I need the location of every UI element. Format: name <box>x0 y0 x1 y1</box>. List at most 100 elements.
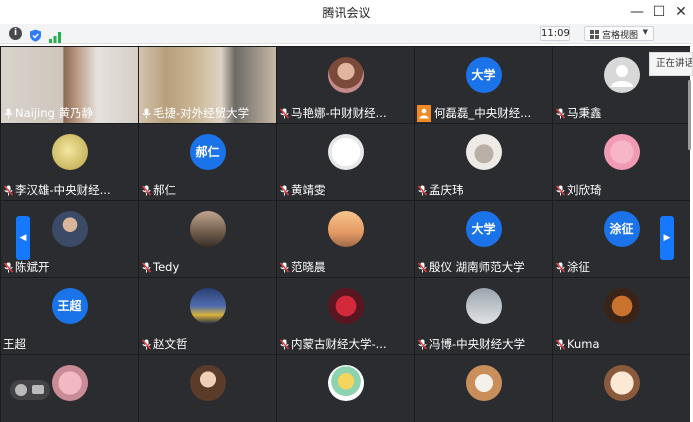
avatar: 涂征 <box>603 211 640 247</box>
close-button[interactable]: ✕ <box>670 2 692 22</box>
participant-name: 何磊磊_中央财经... <box>434 106 532 120</box>
participant-tile[interactable]: 马艳娜-中财财经... <box>277 47 414 123</box>
maximize-button[interactable]: ☐ <box>648 2 670 22</box>
participant-name: 陈斌开 <box>15 260 50 274</box>
red-figure-icon <box>327 288 364 324</box>
participant-name: 李汉雄-中央财经... <box>15 183 111 197</box>
emoji-icon[interactable] <box>15 384 27 396</box>
pink-cartoon-icon <box>603 134 640 170</box>
participant-tile[interactable]: 郝仁 郝仁 <box>139 124 276 200</box>
mic-muted-icon <box>417 182 428 199</box>
pink-photo-icon <box>51 365 88 401</box>
participant-name-tag: 王超 <box>3 336 29 353</box>
participant-name-tag: 马秉鑫 <box>555 105 605 122</box>
participant-name-tag: 刘欣琦 <box>555 182 605 199</box>
participant-name: 冯博-中央财经大学 <box>429 337 526 351</box>
participant-name: 赵文哲 <box>153 337 188 351</box>
participant-tile[interactable]: 黄靖雯 <box>277 124 414 200</box>
participant-name: 马艳娜-中财财经... <box>291 106 387 120</box>
participant-name: 范晓晨 <box>291 260 326 274</box>
participant-name: 涂征 <box>567 260 590 274</box>
anime-girl-icon <box>603 365 640 401</box>
participant-tile[interactable]: 大学 何磊磊_中央财经... <box>415 47 552 123</box>
reaction-toolbar <box>10 380 50 400</box>
previous-page-button[interactable]: ◀ <box>16 216 30 260</box>
view-mode-label: 宫格视图 <box>602 31 639 41</box>
woman-portrait-icon <box>327 57 364 93</box>
participant-tile[interactable]: Naijing 黄乃静 <box>1 47 138 123</box>
participant-tile[interactable] <box>277 355 414 422</box>
participant-tile[interactable]: 王超 王超 <box>1 278 138 354</box>
participant-name-tag: 郝仁 <box>141 182 179 199</box>
participant-tile[interactable]: 刘欣琦 <box>553 124 690 200</box>
participant-tile[interactable]: 内蒙古财经大学-... <box>277 278 414 354</box>
participant-name-tag: 范晓晨 <box>279 259 329 276</box>
mic-icon <box>3 105 14 122</box>
participant-tile[interactable]: 赵文哲 <box>139 278 276 354</box>
avatar: 郝仁 <box>189 134 226 170</box>
participant-name: 马秉鑫 <box>567 106 602 120</box>
grid-view-icon <box>590 30 599 39</box>
participant-tile[interactable]: 孟庆玮 <box>415 124 552 200</box>
user-badge-icon <box>417 105 431 122</box>
lake-icon <box>189 288 226 324</box>
chat-icon[interactable] <box>32 385 44 394</box>
participant-name-tag: 黄靖雯 <box>279 182 329 199</box>
meeting-info-bar: i 11:09 宫格视图 ▼ <box>0 24 693 44</box>
participant-name: Kuma <box>567 337 600 351</box>
participant-name: 毛捷-对外经贸大学 <box>153 106 250 120</box>
mic-muted-icon <box>141 259 152 276</box>
mic-muted-icon <box>279 105 290 122</box>
participant-tile[interactable]: Tedy <box>139 201 276 277</box>
speaking-indicator: 正在讲话： <box>649 52 693 76</box>
meeting-duration: 11:09 <box>540 26 570 41</box>
meeting-window: 腾讯会议 — ☐ ✕ i 11:09 宫格视图 ▼ Naijing 黄乃静 毛捷-… <box>0 0 693 422</box>
signal-strength-icon[interactable] <box>49 28 62 43</box>
participant-tile[interactable] <box>415 355 552 422</box>
title-bar: 腾讯会议 — ☐ ✕ <box>0 0 693 24</box>
mic-muted-icon <box>279 259 290 276</box>
shield-icon[interactable] <box>29 27 42 42</box>
participant-name-tag: 陈斌开 <box>3 259 53 276</box>
mic-muted-icon <box>555 259 566 276</box>
participant-tile[interactable] <box>139 355 276 422</box>
mic-muted-icon <box>279 182 290 199</box>
avatar: 王超 <box>51 288 88 324</box>
chevron-down-icon: ▼ <box>642 28 648 36</box>
participant-tile[interactable] <box>553 355 690 422</box>
next-page-button[interactable]: ▶ <box>660 216 674 260</box>
participant-name-tag: 马艳娜-中财财经... <box>279 105 390 122</box>
mic-muted-icon <box>555 105 566 122</box>
participant-name-tag: 李汉雄-中央财经... <box>3 182 114 199</box>
minimize-button[interactable]: — <box>626 2 648 22</box>
man-portrait-icon <box>51 211 88 247</box>
scrollbar[interactable] <box>688 80 691 150</box>
participant-tile[interactable]: 毛捷-对外经贸大学 <box>139 47 276 123</box>
view-mode-button[interactable]: 宫格视图 ▼ <box>584 26 654 41</box>
girl-portrait-icon <box>189 365 226 401</box>
participant-tile[interactable]: 范晓晨 <box>277 201 414 277</box>
mic-muted-icon <box>555 182 566 199</box>
participant-name-tag: Kuma <box>555 336 603 353</box>
info-icon[interactable]: i <box>9 27 22 40</box>
participant-tile[interactable]: Kuma <box>553 278 690 354</box>
mic-muted-icon <box>555 336 566 353</box>
cat-icon <box>465 134 502 170</box>
silhouette-icon <box>189 211 226 247</box>
participant-tile[interactable]: 大学 殷仪 湖南师范大学 <box>415 201 552 277</box>
building-icon <box>465 288 502 324</box>
autumn-icon <box>603 288 640 324</box>
default-user-icon <box>603 57 640 93</box>
participant-name: 内蒙古财经大学-... <box>291 337 387 351</box>
participant-name: 孟庆玮 <box>429 183 464 197</box>
mic-icon <box>141 105 152 122</box>
participant-tile[interactable]: 冯博-中央财经大学 <box>415 278 552 354</box>
mic-muted-icon <box>3 259 14 276</box>
participant-name-tag: Naijing 黄乃静 <box>3 105 96 122</box>
participant-name-tag: 内蒙古财经大学-... <box>279 336 390 353</box>
participant-name-tag: 何磊磊_中央财经... <box>417 105 534 122</box>
mic-muted-icon <box>279 336 290 353</box>
participant-tile[interactable]: 李汉雄-中央财经... <box>1 124 138 200</box>
participant-name-tag: Tedy <box>141 259 182 276</box>
flowers-icon <box>465 365 502 401</box>
